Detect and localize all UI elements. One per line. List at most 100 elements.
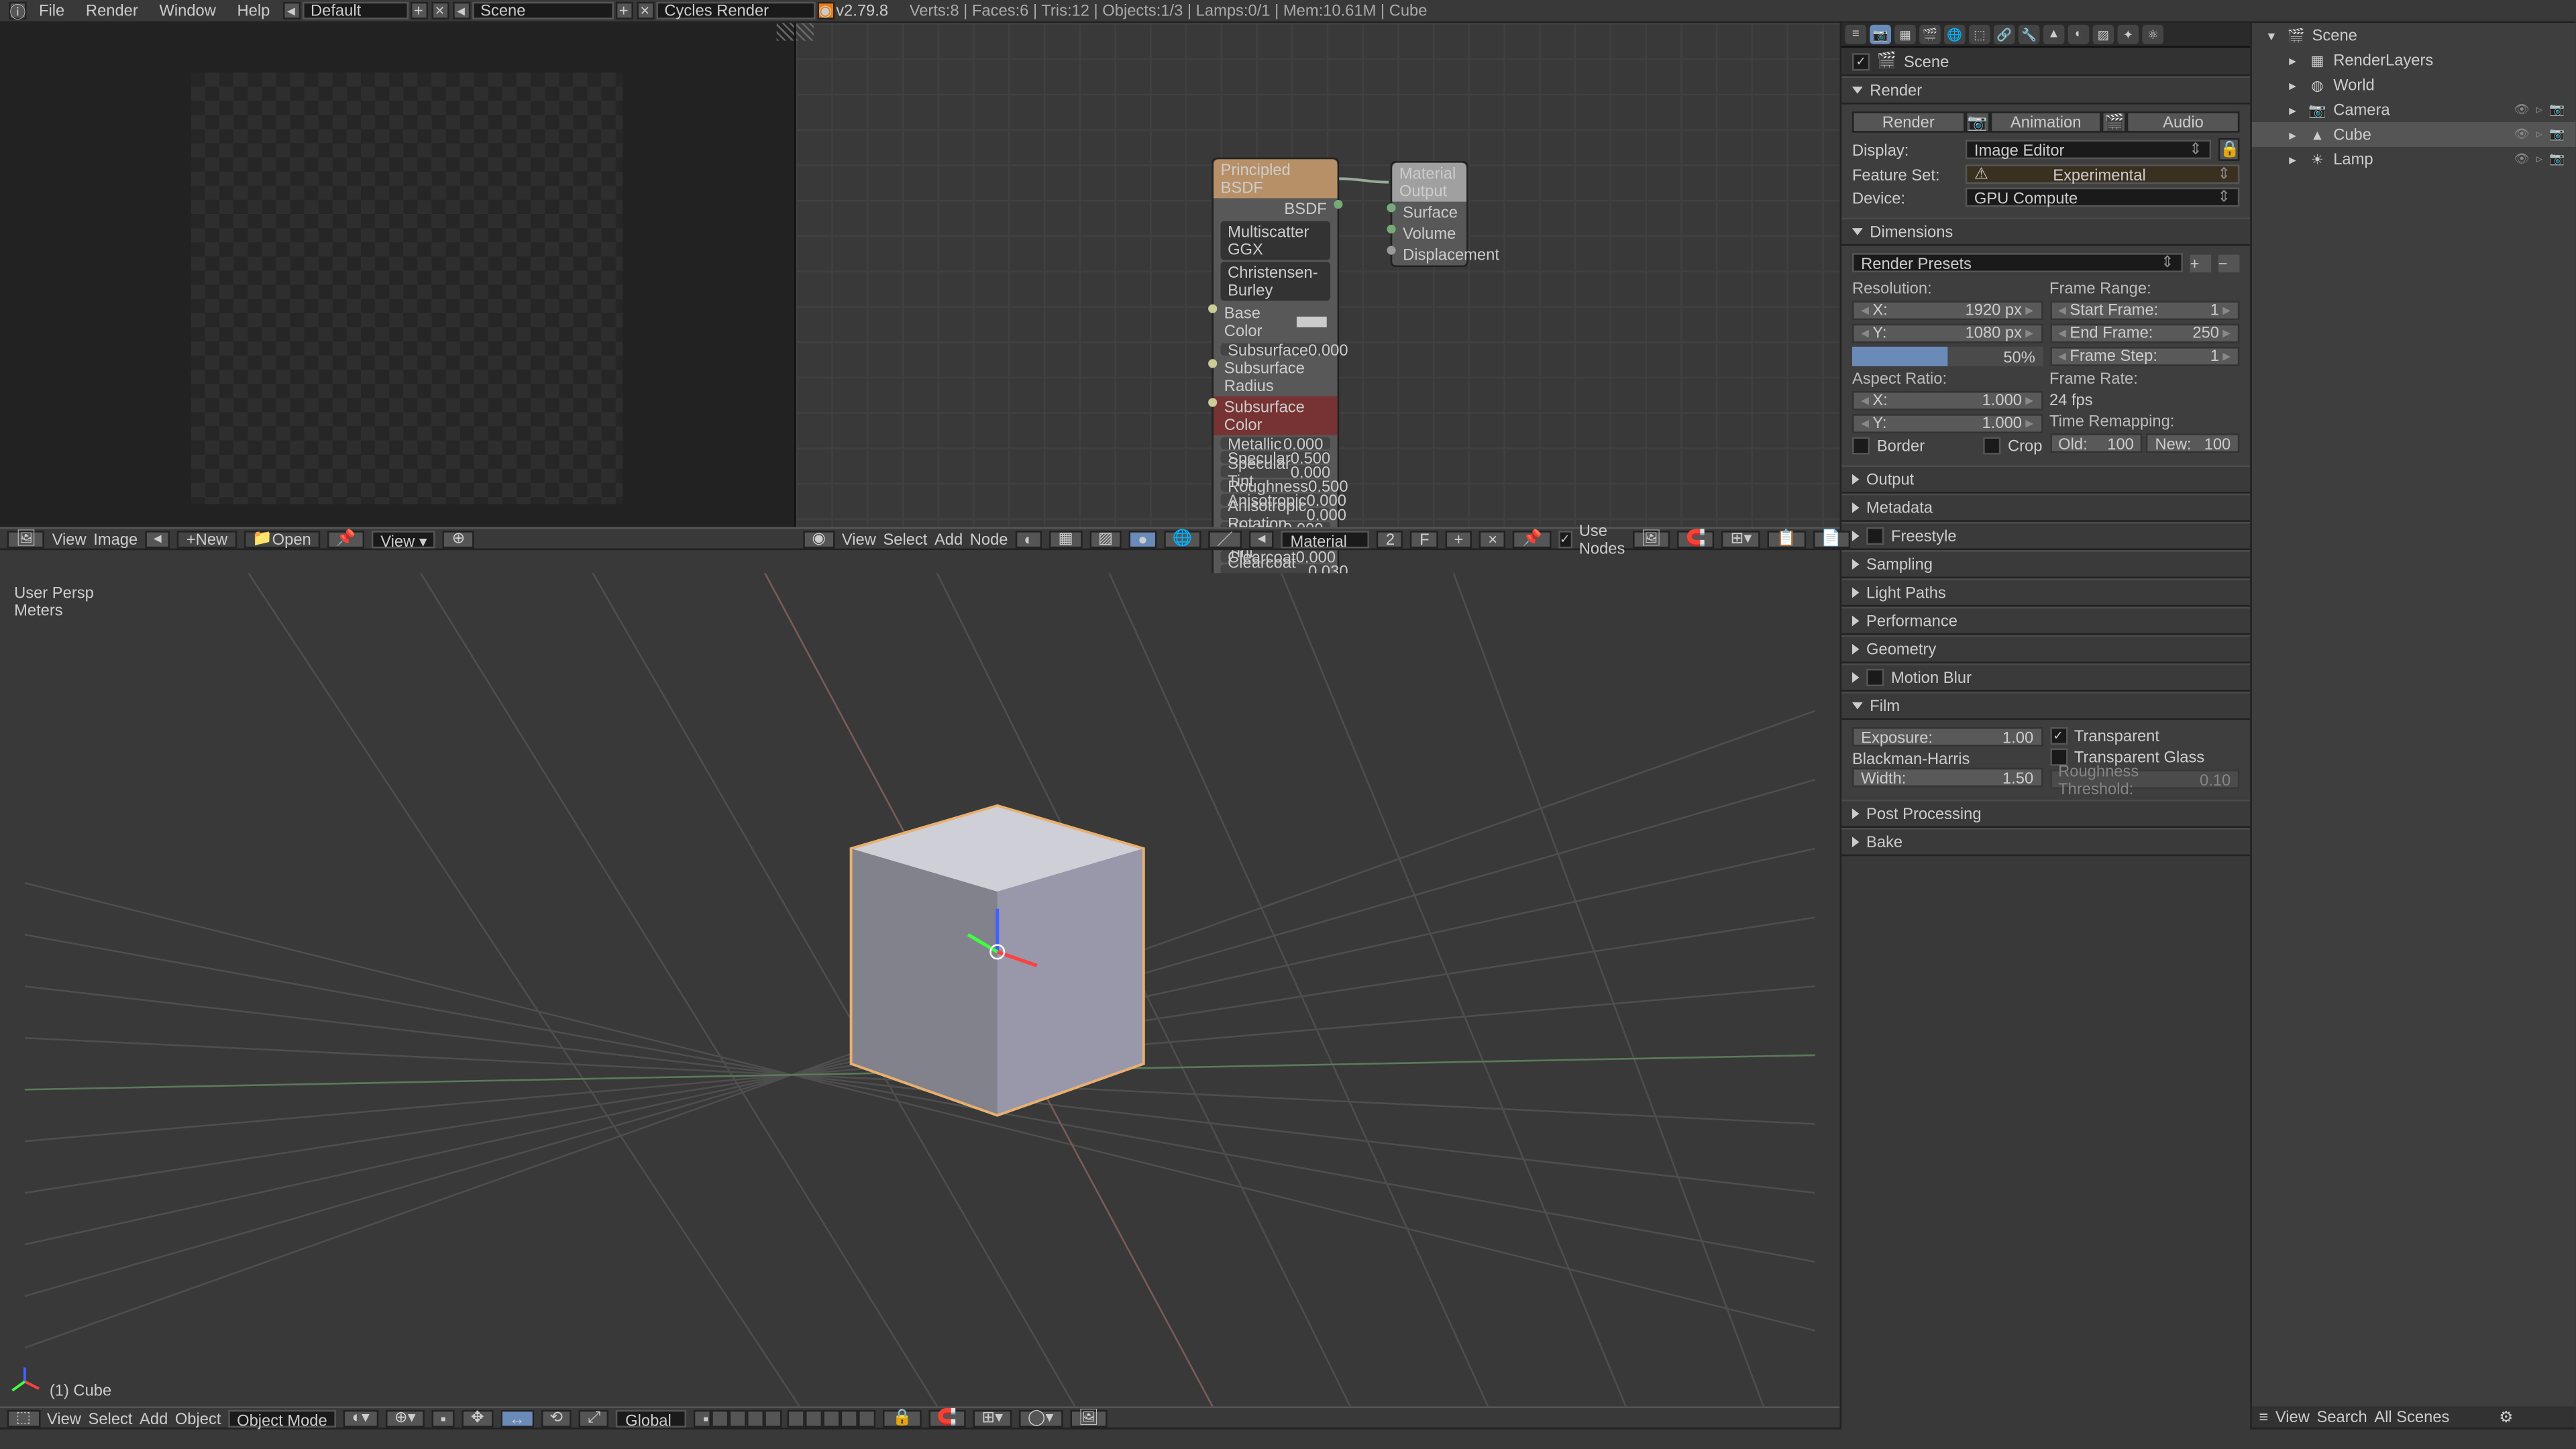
outliner-scene-row[interactable]: ▾🎬Scene (2252, 23, 2576, 48)
manipulator-translate-icon[interactable]: ↔ (500, 1409, 534, 1426)
restrict-view-icon[interactable]: 👁 (2514, 127, 2530, 143)
panel-motion-blur[interactable]: Motion Blur (1841, 663, 2250, 692)
outliner-filter-dropdown[interactable]: All Scenes (2374, 1408, 2449, 1426)
pivot-icon[interactable]: ⊕▾ (386, 1409, 425, 1426)
node-input-surface[interactable]: Surface (1392, 202, 1466, 223)
menu-node[interactable]: Node (970, 530, 1008, 547)
3d-viewport[interactable]: User Persp Meters (0, 573, 1839, 1406)
tab-constraints-icon[interactable]: 🔗 (1994, 25, 2015, 44)
panel-post-processing[interactable]: Post Processing (1841, 800, 2250, 828)
outliner-item[interactable]: ▸◍World (2252, 72, 2576, 97)
tree-type-compositor-icon[interactable]: ▦ (1049, 530, 1082, 547)
use-nodes-checkbox[interactable] (1558, 530, 1572, 547)
resolution-x-field[interactable]: X:1920 px (1852, 301, 2042, 320)
render-presets-dropdown[interactable]: Render Presets (1852, 253, 2183, 272)
feature-set-dropdown[interactable]: ⚠ Experimental (1966, 164, 2240, 184)
menu-select[interactable]: Select (883, 530, 927, 547)
scene-name-field[interactable]: Scene (472, 2, 613, 19)
panel-bake[interactable]: Bake (1841, 828, 2250, 856)
menu-view[interactable]: View (842, 530, 876, 547)
menu-file[interactable]: File (28, 2, 75, 19)
area-corner-icon[interactable] (796, 23, 814, 40)
frame-rate-dropdown[interactable]: 24 fps (2049, 391, 2239, 409)
render-anim-icon[interactable]: 🎬 (2102, 111, 2127, 133)
disclosure-icon[interactable]: ▸ (2284, 51, 2301, 68)
menu-help[interactable]: Help (227, 2, 280, 19)
node-input-anisotropic-rotation[interactable]: Anisotropic Rotation0.000 (1221, 508, 1330, 520)
tree-type-texture-icon[interactable]: ▨ (1089, 530, 1122, 547)
node-editor[interactable]: Principled BSDF BSDF Multiscatter GGX Ch… (796, 23, 1840, 550)
node-input-metallic[interactable]: Metallic0.000 (1221, 437, 1330, 449)
disclosure-icon[interactable]: ▸ (2284, 76, 2301, 93)
tab-world-icon[interactable]: 🌐 (1944, 25, 1966, 44)
copy-nodes-icon[interactable]: 📋 (1768, 530, 1805, 547)
shader-world-icon[interactable]: 🌐 (1163, 530, 1201, 547)
animation-button[interactable]: Animation (1990, 111, 2102, 133)
tab-particles-icon[interactable]: ✦ (2117, 25, 2139, 44)
material-add-icon[interactable]: + (1445, 530, 1472, 547)
menu-object[interactable]: Object (175, 1409, 221, 1426)
preset-remove-icon[interactable]: − (2218, 254, 2240, 271)
render-still-icon[interactable]: 📷 (1965, 111, 1990, 133)
restrict-select-icon[interactable]: ▹ (2532, 151, 2548, 167)
panel-sampling[interactable]: Sampling (1841, 550, 2250, 578)
scene-remove-icon[interactable]: × (636, 2, 653, 19)
menu-view[interactable]: View (52, 530, 87, 547)
node-material-output[interactable]: Material Output Surface Volume Displacem… (1391, 161, 1468, 267)
uv-image-editor[interactable] (0, 23, 796, 550)
node-input-volume[interactable]: Volume (1392, 223, 1466, 244)
snap-element-icon[interactable]: ⊞▾ (973, 1409, 1012, 1426)
tab-physics-icon[interactable]: ⚛ (2142, 25, 2163, 44)
orientation-dropdown[interactable]: Global (616, 1409, 687, 1426)
layout-add-icon[interactable]: + (410, 2, 427, 19)
panel-film[interactable]: Film (1841, 692, 2250, 720)
distribution-dropdown[interactable]: Multiscatter GGX (1221, 221, 1330, 260)
node-input-specular-tint[interactable]: Specular Tint0.000 (1221, 466, 1330, 478)
panel-geometry[interactable]: Geometry (1841, 635, 2250, 663)
manipulator-toggle-icon[interactable]: ✥ (462, 1409, 493, 1426)
filter-width-field[interactable]: Width:1.50 (1852, 767, 2042, 787)
transparent-checkbox[interactable] (2049, 727, 2067, 745)
scene-add-icon[interactable]: + (615, 2, 633, 19)
lock-interface-icon[interactable]: 🔒 (2218, 138, 2240, 161)
open-image-button[interactable]: 📁Open (244, 530, 320, 547)
image-browse-icon[interactable]: ◂ (145, 530, 170, 547)
filter-icon[interactable]: ⚙ (2499, 1407, 2513, 1427)
mode-dropdown[interactable]: Object Mode (228, 1409, 336, 1426)
outliner-item[interactable]: ▸▲Cube👁▹📷 (2252, 122, 2576, 147)
restrict-select-icon[interactable]: ▹ (2532, 102, 2548, 118)
tree-type-shader-icon[interactable]: ◐ (1015, 530, 1042, 547)
restrict-view-icon[interactable]: 👁 (2514, 151, 2530, 167)
restrict-view-icon[interactable]: 👁 (2514, 102, 2530, 118)
editor-type-icon[interactable]: ≡ (2259, 1408, 2268, 1426)
panel-render[interactable]: Render (1841, 76, 2250, 104)
editor-type-icon[interactable]: ⬚ (7, 1409, 40, 1426)
editor-type-icon[interactable]: ≡ (1845, 25, 1866, 44)
outliner-item[interactable]: ▸☀Lamp👁▹📷 (2252, 147, 2576, 172)
area-corner-icon[interactable] (777, 23, 794, 40)
display-dropdown[interactable]: Image Editor (1966, 140, 2212, 159)
tab-scene-icon[interactable]: 🎬 (1919, 25, 1941, 44)
layers-widget[interactable]: ▪ (694, 1409, 877, 1426)
menu-search[interactable]: Search (2316, 1408, 2367, 1426)
node-input-base-color[interactable]: Base Color (1214, 303, 1338, 341)
backdrop-icon[interactable]: 🖼 (1632, 530, 1670, 547)
menu-window[interactable]: Window (149, 2, 227, 19)
material-name-field[interactable]: Material (1281, 530, 1370, 547)
menu-view[interactable]: View (2275, 1408, 2310, 1426)
pixel-filter-dropdown[interactable]: Blackman-Harris (1852, 750, 2042, 767)
node-input-subsurface-color[interactable]: Subsurface Color (1214, 396, 1338, 435)
menu-image[interactable]: Image (93, 530, 138, 547)
node-header[interactable]: Material Output (1392, 163, 1466, 202)
restrict-render-icon[interactable]: 📷 (2549, 102, 2565, 118)
layout-name-field[interactable]: Default (302, 2, 408, 19)
border-checkbox[interactable] (1852, 437, 1870, 454)
image-canvas[interactable] (191, 72, 623, 504)
outliner-item[interactable]: ▸📷Camera👁▹📷 (2252, 97, 2576, 122)
menu-render[interactable]: Render (75, 2, 149, 19)
material-fake-icon[interactable]: F (1411, 530, 1438, 547)
node-header[interactable]: Principled BSDF (1214, 159, 1338, 198)
pin-icon[interactable]: 📌 (1513, 530, 1551, 547)
device-dropdown[interactable]: GPU Compute (1966, 188, 2240, 207)
crop-checkbox[interactable] (1983, 437, 2000, 454)
